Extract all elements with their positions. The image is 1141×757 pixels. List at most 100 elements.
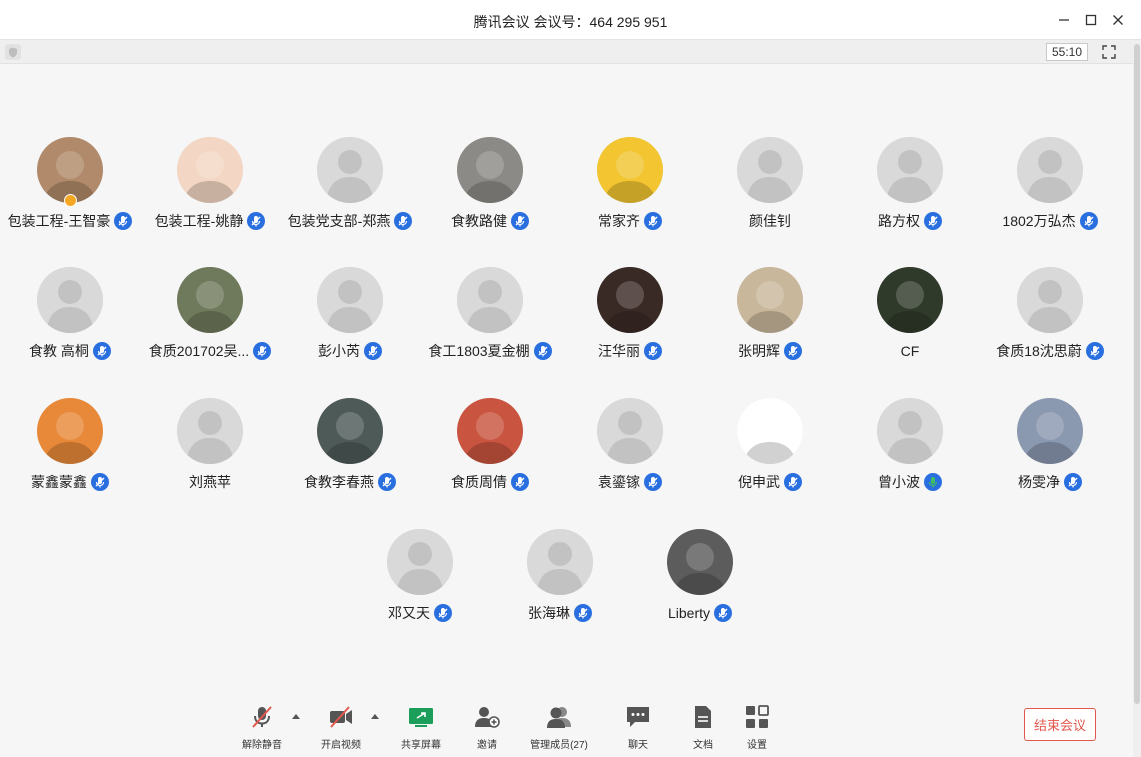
unmute-button[interactable]: 解除静音 [227, 704, 297, 752]
settings-button[interactable]: 设置 [722, 704, 792, 752]
fullscreen-button[interactable] [1101, 44, 1117, 60]
security-button[interactable] [5, 44, 21, 60]
participant-tile[interactable]: 1802万弘杰 [980, 137, 1120, 247]
settings-label: 设置 [747, 740, 767, 751]
muted-mic-icon [114, 212, 133, 230]
participant-name-row: 张海琳 [490, 603, 630, 623]
maximize-icon [1085, 14, 1097, 26]
close-button[interactable] [1108, 10, 1128, 30]
participant-name: 食质201702吴... [148, 343, 250, 359]
window-title: 腾讯会议 会议号：464 295 951 [473, 14, 668, 30]
participant-avatar [877, 137, 943, 203]
participant-tile[interactable]: 袁鎏镓 [560, 398, 700, 508]
participant-tile[interactable]: 食质周倩 [420, 398, 560, 508]
meeting-info-bar: 55:10 [0, 40, 1133, 64]
participant-name-row: 食教路健 [420, 211, 560, 231]
maximize-button[interactable] [1081, 10, 1101, 30]
participant-tile[interactable]: 汪华丽 [560, 267, 700, 377]
manage-members-button[interactable]: 管理成员(27) [524, 704, 594, 752]
participant-name-row: 刘燕苹 [140, 472, 280, 492]
participant-name-row: 颜佳钊 [700, 211, 840, 231]
participant-tile[interactable]: 食质201702吴... [140, 267, 280, 377]
muted-mic-icon [714, 604, 733, 622]
muted-mic-icon [253, 342, 272, 360]
participant-name-row: 张明辉 [700, 341, 840, 361]
muted-mic-icon [924, 212, 942, 230]
participant-name: Liberty [667, 605, 711, 621]
participant-tile[interactable]: 张明辉 [700, 267, 840, 377]
participant-name-row: 食教 高桐 [0, 341, 140, 361]
participant-tile[interactable]: Liberty [630, 529, 770, 639]
participant-tile[interactable]: 蒙鑫蒙鑫 [0, 398, 140, 508]
participant-tile[interactable]: 路方权 [840, 137, 980, 247]
participant-name-row: 食质201702吴... [140, 341, 280, 361]
participant-avatar [457, 137, 523, 203]
participant-tile[interactable]: 邓又天 [350, 529, 490, 639]
participant-name-row: 袁鎏镓 [560, 472, 700, 492]
participant-tile[interactable]: 食工1803夏金棚 [420, 267, 560, 377]
scrollbar-thumb[interactable] [1134, 44, 1140, 704]
participant-name: 刘燕苹 [189, 474, 231, 490]
participant-tile[interactable]: 张海琳 [490, 529, 630, 639]
video-options-caret-icon[interactable] [370, 712, 380, 720]
muted-mic-icon [1064, 473, 1082, 491]
minimize-button[interactable] [1054, 10, 1074, 30]
start-video-label: 开启视频 [321, 740, 361, 751]
participant-name: 食教李春燕 [304, 474, 374, 490]
participant-name: 路方权 [878, 213, 920, 229]
participant-avatar [1017, 137, 1083, 203]
meeting-timer: 55:10 [1046, 43, 1088, 61]
participant-tile[interactable]: 包装工程-姚静 [140, 137, 280, 247]
muted-mic-icon [1085, 342, 1104, 360]
participant-tile[interactable]: 杨雯净 [980, 398, 1120, 508]
participant-tile[interactable]: 包装党支部-郑燕 [280, 137, 420, 247]
muted-mic-icon [644, 212, 662, 230]
participant-tile[interactable]: 彭小芮 [280, 267, 420, 377]
participant-name: 包装党支部-郑燕 [287, 213, 391, 229]
participant-avatar [597, 398, 663, 464]
participant-tile[interactable]: 包装工程-王智豪 [0, 137, 140, 247]
share-screen-button[interactable]: 共享屏幕 [386, 704, 456, 752]
muted-mic-icon [574, 604, 592, 622]
scrollbar[interactable] [1133, 40, 1141, 757]
end-meeting-button[interactable]: 结束会议 [1024, 708, 1096, 741]
chat-button[interactable]: 聊天 [603, 704, 673, 752]
docs-label: 文档 [693, 740, 713, 751]
participant-tile[interactable]: 曾小波 [840, 398, 980, 508]
participant-tile[interactable]: 刘燕苹 [140, 398, 280, 508]
participant-name: 袁鎏镓 [598, 474, 640, 490]
participant-name: 食质周倩 [451, 474, 507, 490]
participant-avatar [877, 267, 943, 333]
participant-name-row: 包装工程-王智豪 [0, 211, 140, 231]
participant-avatar [737, 267, 803, 333]
audio-options-caret-icon[interactable] [291, 712, 301, 720]
muted-mic-icon [644, 342, 662, 360]
muted-mic-icon [91, 473, 109, 491]
participant-tile[interactable]: 颜佳钊 [700, 137, 840, 247]
participant-name: 常家齐 [598, 213, 640, 229]
participant-name: CF [900, 343, 920, 359]
muted-mic-icon [533, 342, 552, 360]
video-off-icon [330, 706, 352, 728]
muted-mic-icon [394, 212, 413, 230]
participant-tile[interactable]: 常家齐 [560, 137, 700, 247]
participant-tile[interactable]: 食教路健 [420, 137, 560, 247]
participant-tile[interactable]: 食质18沈思蔚 [980, 267, 1120, 377]
muted-mic-icon [784, 473, 802, 491]
participant-tile[interactable]: 食教李春燕 [280, 398, 420, 508]
participant-tile[interactable]: 食教 高桐 [0, 267, 140, 377]
invite-button[interactable]: 邀请 [452, 704, 522, 752]
participant-tile[interactable]: CF [840, 267, 980, 377]
participant-name: 食质18沈思蔚 [996, 343, 1082, 359]
manage-members-label: 管理成员(27) [530, 740, 588, 751]
speaking-mic-icon [924, 473, 942, 491]
start-video-button[interactable]: 开启视频 [306, 704, 376, 752]
participant-avatar [1017, 267, 1083, 333]
chat-icon [627, 707, 649, 727]
participant-avatar [597, 137, 663, 203]
host-badge-icon [64, 194, 77, 207]
participant-name: 张明辉 [738, 343, 780, 359]
participant-avatar [877, 398, 943, 464]
participant-name: 食教路健 [451, 213, 507, 229]
participant-tile[interactable]: 倪申武 [700, 398, 840, 508]
